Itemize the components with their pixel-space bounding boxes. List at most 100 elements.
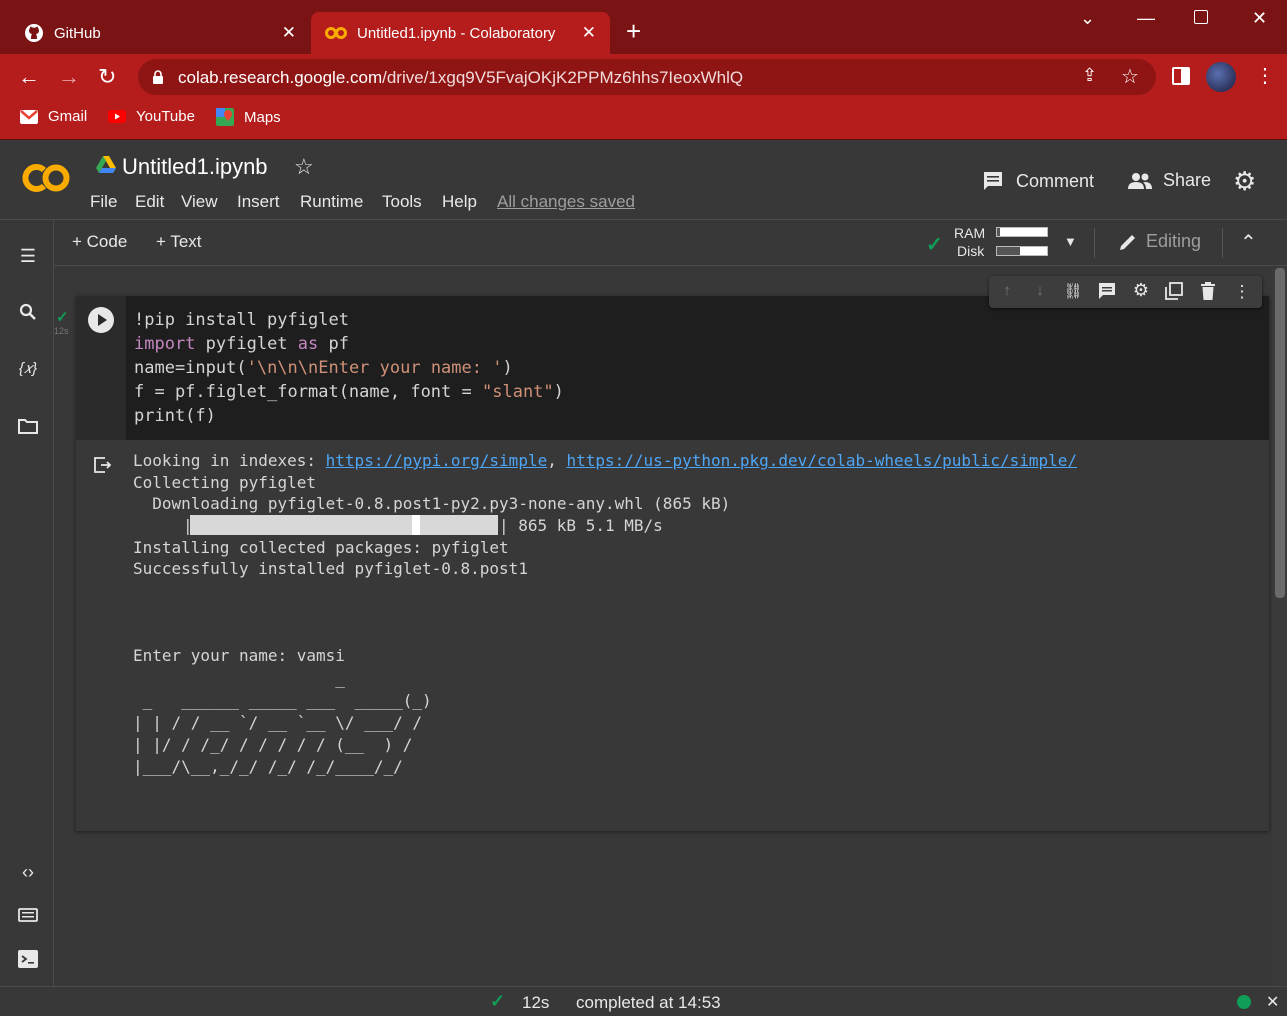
output-line: | 865 kB 5.1 MB/s (499, 516, 663, 535)
share-page-icon[interactable]: ⇪ (1082, 65, 1097, 86)
search-icon[interactable] (16, 303, 40, 327)
url-text: colab.research.google.com/drive/1xgq9V5F… (178, 68, 744, 87)
people-icon (1128, 172, 1152, 189)
add-code-button[interactable]: + Code (72, 232, 127, 252)
new-tab-icon[interactable]: + (626, 18, 641, 44)
divider (1222, 228, 1223, 258)
tab-github[interactable]: GitHub ✕ (0, 12, 310, 54)
colab-header: Untitled1.ipynb ☆ File Edit View Insert … (0, 140, 1287, 220)
code-snippets-icon[interactable]: ‹› (16, 862, 40, 886)
output-line: Successfully installed pyfiglet-0.8.post… (133, 559, 528, 578)
move-up-icon[interactable]: ↑ (997, 282, 1017, 302)
connected-check-icon: ✓ (926, 234, 943, 256)
colab-logo[interactable] (20, 162, 72, 194)
menu-file[interactable]: File (90, 192, 117, 212)
status-completed: completed at 14:53 (576, 993, 721, 1012)
close-icon[interactable]: ✕ (282, 23, 296, 43)
disk-meter-fill (997, 247, 1020, 255)
ram-meter-fill (997, 228, 1000, 236)
variables-icon[interactable]: {𝑥} (16, 360, 40, 384)
exec-success-icon: ✓ (56, 309, 69, 326)
settings-gear-icon[interactable]: ⚙ (1233, 166, 1256, 197)
run-cell-button[interactable] (88, 307, 114, 333)
add-text-button[interactable]: + Text (156, 232, 202, 252)
collapse-header-icon[interactable]: ⌃ (1240, 230, 1257, 255)
disk-meter[interactable] (996, 246, 1048, 256)
ascii-art-line: | | / / __ `/ __ `__ \/ ___/ / (133, 713, 422, 732)
output-options-icon[interactable] (93, 456, 113, 474)
ascii-art-line: |___/\__,_/_/ /_/ /_/____/_/ (133, 757, 422, 776)
output-line: Looking in indexes: https://pypi.org/sim… (133, 451, 1078, 470)
tab-label: GitHub (54, 24, 101, 42)
tab-colab[interactable]: Untitled1.ipynb - Colaboratory ✕ (311, 12, 610, 54)
comment-icon[interactable] (1097, 282, 1117, 302)
profile-avatar[interactable] (1206, 62, 1236, 92)
colab-wheels-link[interactable]: https://us-python.pkg.dev/colab-wheels/p… (566, 451, 1077, 470)
scroll-thumb[interactable] (1275, 268, 1285, 598)
table-of-contents-icon[interactable]: ☰ (16, 246, 40, 270)
status-check-icon: ✓ (490, 991, 506, 1011)
menu-runtime[interactable]: Runtime (300, 192, 363, 212)
code-line: name=input('\n\n\nEnter your name: ') (134, 358, 513, 378)
ram-meter[interactable] (996, 227, 1048, 237)
share-button[interactable]: Share (1127, 170, 1211, 191)
tab-search-icon[interactable]: ⌄ (1080, 8, 1095, 29)
lock-icon (153, 70, 163, 84)
output-line: Enter your name: vamsi (133, 646, 345, 665)
runtime-status-dot (1237, 995, 1251, 1009)
pypi-link[interactable]: https://pypi.org/simple (326, 451, 548, 470)
scrollbar[interactable] (1272, 266, 1287, 986)
reload-icon[interactable]: ↻ (98, 64, 116, 90)
ram-label: RAM (954, 225, 986, 241)
bookmark-star-icon[interactable]: ☆ (1121, 64, 1139, 89)
status-time: 12s (522, 993, 550, 1012)
delete-icon[interactable] (1198, 282, 1218, 302)
side-panel-icon[interactable] (1172, 67, 1190, 85)
close-status-icon[interactable]: ✕ (1266, 992, 1279, 1012)
play-icon (98, 314, 107, 326)
menu-help[interactable]: Help (442, 192, 477, 212)
bookmark-youtube[interactable]: YouTube (108, 108, 195, 125)
browser-menu-icon[interactable]: ⋮ (1255, 63, 1275, 88)
code-line: f = pf.figlet_format(name, font = "slant… (134, 382, 564, 402)
comment-button[interactable]: Comment (982, 170, 1094, 192)
maximize-icon[interactable] (1194, 10, 1208, 24)
notebook-title[interactable]: Untitled1.ipynb (122, 154, 268, 180)
output-line: Downloading pyfiglet-0.8.post1-py2.py3-n… (133, 494, 731, 513)
pencil-icon (1120, 234, 1135, 250)
browser-tab-bar: GitHub ✕ Untitled1.ipynb - Colaboratory … (0, 0, 1287, 54)
cell-settings-icon[interactable]: ⚙ (1131, 280, 1151, 300)
url-input[interactable]: colab.research.google.com/drive/1xgq9V5F… (138, 59, 1156, 95)
bookmark-gmail[interactable]: Gmail (20, 108, 87, 125)
code-editor[interactable]: !pip install pyfiglet import pyfiglet as… (126, 296, 1269, 440)
terminal-icon[interactable] (16, 950, 40, 974)
save-status[interactable]: All changes saved (497, 192, 635, 212)
mirror-cell-icon[interactable] (1164, 282, 1184, 302)
divider (1094, 228, 1095, 258)
ascii-art-line: | |/ / /_/ / / / / / (__ ) / (133, 735, 422, 754)
link-icon[interactable]: ⛓ (1063, 282, 1083, 302)
more-options-icon[interactable]: ⋮ (1232, 282, 1252, 302)
menu-tools[interactable]: Tools (382, 192, 422, 212)
star-icon[interactable]: ☆ (294, 154, 314, 180)
youtube-icon (108, 110, 126, 123)
bookmark-maps[interactable]: Maps (216, 108, 281, 126)
forward-arrow-icon[interactable]: → (58, 64, 80, 90)
code-line: print(f) (134, 406, 216, 426)
minimize-icon[interactable]: — (1137, 8, 1155, 29)
move-down-icon[interactable]: ↓ (1030, 282, 1050, 302)
runtime-dropdown-icon[interactable]: ▼ (1064, 234, 1077, 249)
bookmarks-bar: Gmail YouTube Maps (0, 100, 1287, 140)
menu-insert[interactable]: Insert (237, 192, 280, 212)
code-line: import pyfiglet as pf (134, 334, 349, 354)
editing-button[interactable]: Editing (1118, 231, 1201, 252)
close-icon[interactable]: ✕ (582, 23, 596, 43)
command-palette-icon[interactable] (16, 906, 40, 930)
back-arrow-icon[interactable]: ← (18, 64, 40, 90)
window-close-icon[interactable]: ✕ (1252, 8, 1267, 29)
disk-label: Disk (957, 243, 985, 259)
folder-icon[interactable] (16, 418, 40, 442)
github-icon (25, 24, 43, 42)
menu-view[interactable]: View (181, 192, 218, 212)
menu-edit[interactable]: Edit (135, 192, 164, 212)
